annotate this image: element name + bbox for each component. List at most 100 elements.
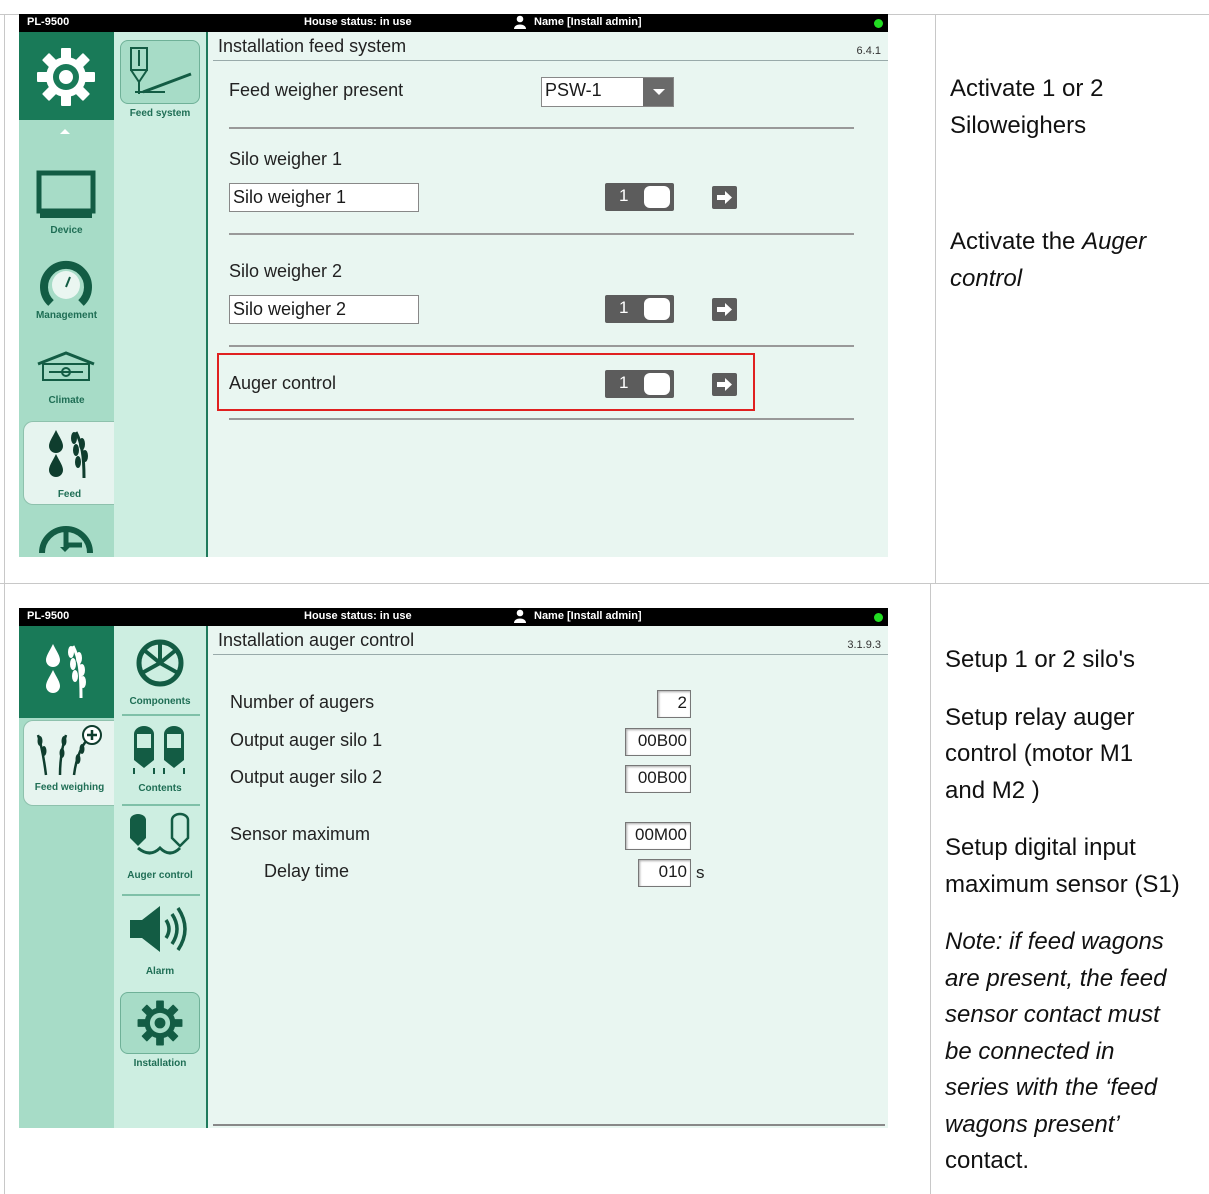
table-row-divider (0, 583, 1209, 584)
nav-device-label: Device (50, 225, 83, 236)
notes-auger: Activate the Auger control (950, 224, 1146, 297)
speaker-icon (130, 906, 187, 952)
nav-feed-label: Feed (57, 489, 82, 500)
auger-control-toggle[interactable]: 1 (605, 370, 674, 398)
note-line: Activate the Auger (950, 224, 1146, 261)
silo2-label: Silo weigher 2 (229, 261, 343, 281)
note-line: are present, the feed (945, 961, 1203, 998)
delay-time-field[interactable]: 010 (638, 859, 691, 887)
sub-feed-system[interactable]: Feed system (114, 32, 206, 130)
feed-icon (49, 430, 88, 479)
silo1-label: Silo weigher 1 (229, 149, 343, 169)
sub-nav: Feed system (114, 32, 208, 557)
auger-control-next-button[interactable] (712, 373, 737, 396)
output-auger-silo1-field[interactable]: 00B00 (625, 728, 691, 756)
note-line: Setup relay auger (945, 703, 1135, 731)
note-line: Activate 1 or 2 (950, 75, 1104, 102)
note-emphasis: series with the ‘feed (945, 1074, 1158, 1101)
gear-icon (137, 1000, 183, 1046)
auger-control-icon (130, 812, 190, 855)
output-auger-silo2-label: Output auger silo 2 (230, 767, 383, 787)
silo2-next-button[interactable] (712, 298, 737, 321)
silo2-toggle[interactable]: 1 (605, 295, 674, 323)
nav-settings[interactable] (19, 32, 114, 120)
toggle-knob (644, 298, 670, 320)
nav-climate[interactable]: Climate (19, 325, 114, 410)
model-label: PL-9500 (27, 16, 70, 28)
sub-feed-system-label: Feed system (129, 108, 191, 119)
divider (229, 345, 854, 347)
sub-contents[interactable]: Contents (114, 716, 206, 801)
chevron-down-icon[interactable] (643, 78, 673, 106)
main-nav: Device Management Climate Feed (19, 32, 115, 557)
table-left-border (4, 14, 5, 1194)
sub-installation-label: Installation (133, 1058, 187, 1069)
nav-timer[interactable] (19, 505, 114, 557)
sub-alarm[interactable]: Alarm (114, 896, 206, 986)
num-augers-label: Number of augers (230, 692, 375, 712)
content-panel: Installation feed system 6.4.1 Feed weig… (208, 32, 888, 557)
user-name: Name [Install admin] (534, 610, 642, 622)
sub-components-label: Components (129, 696, 191, 707)
nav-management-label: Management (35, 310, 98, 321)
silo2-name-field[interactable]: Silo weigher 2 (229, 295, 419, 324)
components-icon (136, 639, 184, 687)
status-bar: PL-9500 House status: in use Name [Insta… (19, 608, 888, 626)
num-augers-field[interactable]: 2 (657, 690, 691, 718)
title-underline (213, 654, 888, 655)
nav-feed-weighing[interactable]: Feed weighing (23, 720, 115, 806)
arrow-right-icon (717, 303, 732, 316)
page-code: 3.1.9.3 (847, 639, 881, 651)
divider (229, 127, 854, 129)
note-line: control (motor M1 (945, 740, 1134, 767)
nav-feed[interactable]: Feed (23, 421, 115, 505)
sub-installation-tile (120, 992, 200, 1054)
silo-icon (133, 726, 185, 774)
model-label: PL-9500 (27, 610, 70, 622)
scroll-up-icon[interactable] (60, 129, 70, 134)
note-emphasis: Note: if feed wagons (945, 928, 1164, 955)
auger-control-label: Auger control (229, 373, 337, 393)
feed-system-icon (130, 47, 192, 94)
sub-installation[interactable]: Installation (114, 986, 206, 1076)
auger-toggle-value: 1 (619, 373, 629, 392)
feed-icon (46, 644, 86, 699)
user-name: Name [Install admin] (534, 16, 642, 28)
sub-nav: Components Contents Auger control Alarm … (114, 626, 208, 1128)
user-icon (513, 609, 527, 626)
note-line: Setup 1 or 2 silo's (945, 646, 1136, 673)
note-line: sensor contact must (945, 997, 1203, 1034)
feed-weigher-select[interactable]: PSW-1 (541, 77, 674, 107)
note-line: Note: if feed wagons (945, 924, 1203, 961)
toggle-knob (644, 373, 670, 395)
silo1-name-field[interactable]: Silo weigher 1 (229, 183, 419, 212)
divider (229, 233, 854, 235)
feed-weigher-label: Feed weigher present (229, 80, 404, 100)
device-screen-feed-system: PL-9500 House status: in use Name [Insta… (19, 14, 888, 557)
note-line: Siloweighers (950, 111, 1087, 139)
sensor-maximum-field[interactable]: 00M00 (625, 822, 691, 850)
silo1-toggle[interactable]: 1 (605, 183, 674, 211)
nav-management[interactable]: Management (19, 240, 114, 325)
device-screen-auger-control: PL-9500 House status: in use Name [Insta… (19, 608, 888, 1128)
status-led-icon (874, 613, 883, 622)
output-auger-silo2-field[interactable]: 00B00 (625, 765, 691, 793)
page-code: 6.4.1 (856, 45, 881, 57)
note-line: series with the ‘feed (945, 1070, 1203, 1107)
scroll-down-icon[interactable] (60, 547, 70, 552)
status-bar: PL-9500 House status: in use Name [Insta… (19, 14, 888, 32)
delay-time-unit: s (696, 863, 705, 882)
house-icon (37, 351, 95, 381)
sub-auger-control[interactable]: Auger control (114, 806, 206, 891)
table-column-divider-2 (930, 583, 931, 1194)
note-line: contact. (945, 1147, 1030, 1174)
nav-feed[interactable] (19, 626, 114, 718)
nav-feed-weighing-label: Feed weighing (34, 782, 105, 793)
gauge-icon (40, 260, 92, 306)
nav-device[interactable]: Device (19, 150, 114, 240)
user-icon (513, 15, 527, 32)
silo1-next-button[interactable] (712, 186, 737, 209)
page-title: Installation feed system (218, 36, 407, 56)
bottom-divider (213, 1124, 885, 1126)
sub-components[interactable]: Components (114, 626, 206, 711)
